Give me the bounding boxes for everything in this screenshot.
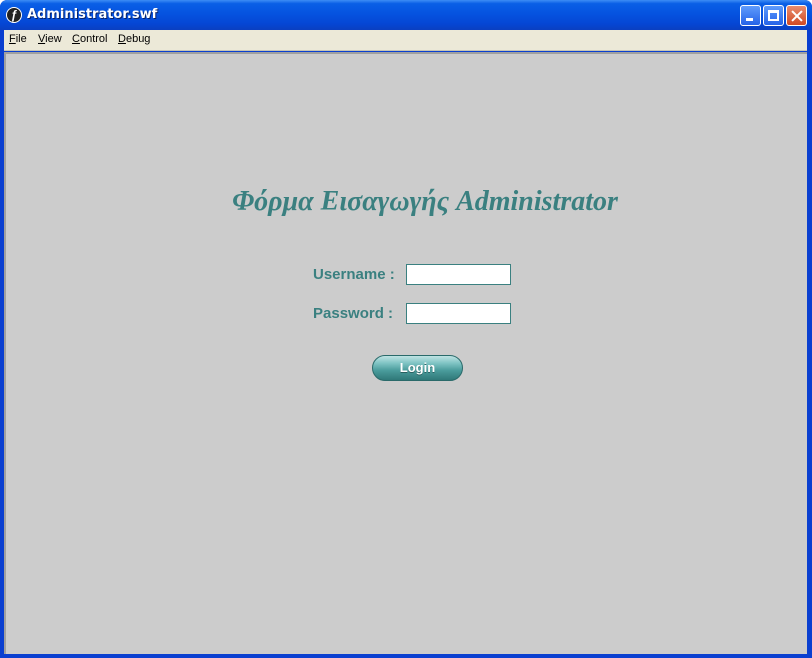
menu-control[interactable]: Control [72,33,107,45]
password-field[interactable] [406,303,511,324]
title-bar[interactable]: ƒ Administrator.swf [0,0,812,30]
password-label: Password : [313,305,394,322]
menu-debug[interactable]: Debug [118,33,150,45]
window-frame-bottom [0,654,812,658]
minimize-icon [746,18,753,21]
minimize-button[interactable] [740,5,761,26]
window-title: Administrator.swf [27,7,158,22]
maximize-icon [768,10,779,21]
close-button[interactable] [786,5,807,26]
menu-view[interactable]: View [38,33,62,45]
login-button[interactable]: Login [372,355,463,381]
form-title: Φόρμα Εισαγωγής Administrator [232,186,618,217]
flash-player-icon: ƒ [6,7,22,23]
app-window: ƒ Administrator.swf File View Control De… [0,0,812,658]
username-field[interactable] [406,264,511,285]
window-frame-right [807,30,812,658]
username-label: Username : [313,266,395,283]
flash-stage [4,52,807,654]
menu-bar: File View Control Debug [3,30,807,51]
menu-file[interactable]: File [9,33,27,45]
maximize-button[interactable] [763,5,784,26]
